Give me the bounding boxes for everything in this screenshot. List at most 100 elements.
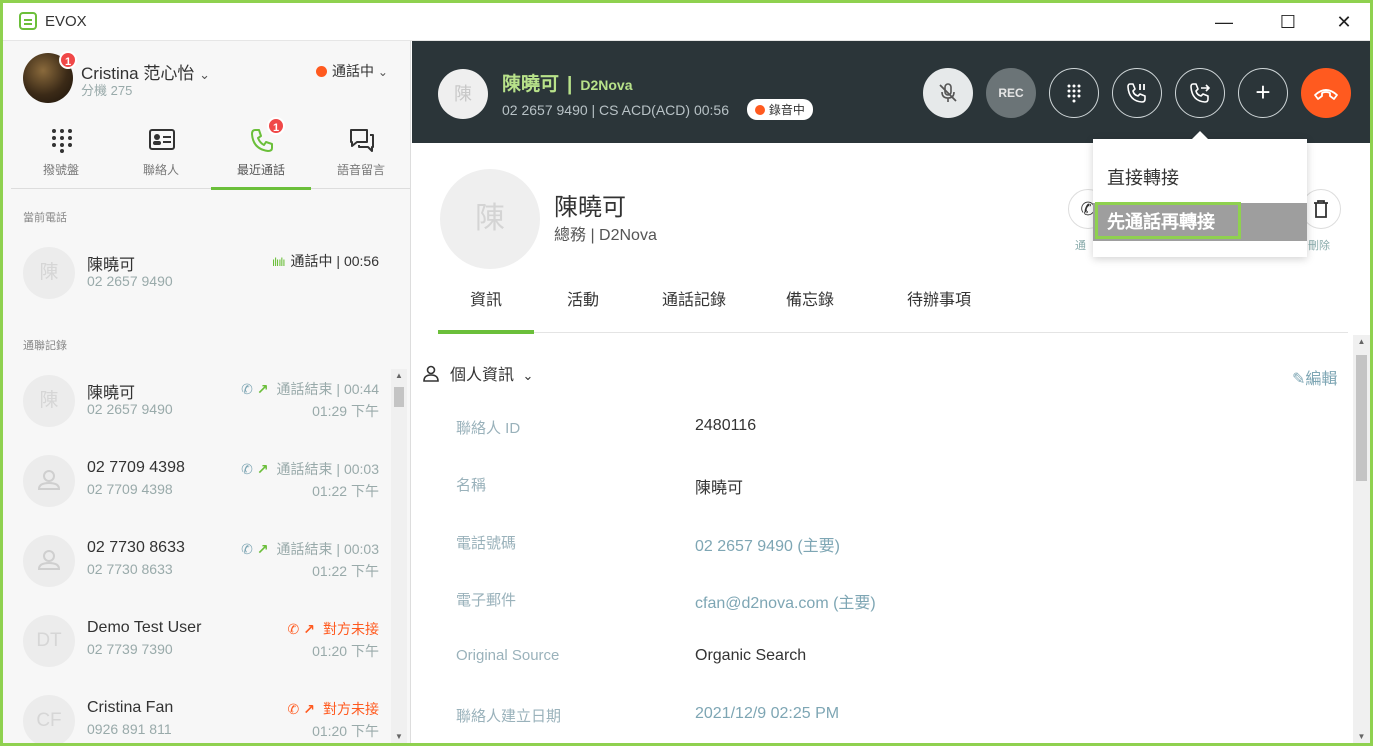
field-value-phone[interactable]: 02 2657 9490 (主要) (695, 532, 840, 556)
phone-pause-icon (1127, 83, 1146, 103)
transfer-button[interactable] (1175, 68, 1225, 118)
audio-wave-icon: ılıılı (271, 255, 286, 269)
contact-name: 02 7730 8633 (87, 539, 185, 556)
tab-voicemail-label: 語音留言 (336, 163, 385, 177)
contact-delete-button[interactable] (1301, 189, 1341, 229)
contact-name: 陳曉可 (87, 257, 136, 274)
contact-name: Demo Test User (87, 619, 202, 636)
contact-phone: 02 2657 9490 (87, 401, 173, 417)
keypad-button[interactable] (1049, 68, 1099, 118)
contact-name: 陳曉可 (554, 194, 626, 221)
list-item[interactable]: 02 7709 4398 02 7709 4398 ✆ ↗ 通話結束 | 00:03… (11, 441, 383, 521)
scrollbar-thumb[interactable] (394, 387, 404, 407)
scroll-down-icon[interactable]: ▼ (1353, 732, 1370, 741)
contact-phone: 02 7739 7390 (87, 641, 173, 657)
avatar: 陳 (23, 247, 75, 299)
tab-activity[interactable]: 活動 (548, 289, 618, 333)
tab-recent-calls[interactable]: 1 最近通話 (211, 117, 311, 190)
tab-voicemail[interactable]: 語音留言 (311, 121, 411, 189)
call-contact-heading: 陳曉可 | D2Nova (502, 69, 632, 96)
recording-dot-icon (754, 105, 765, 115)
call-status: ✆ ↗ 通話結束 | 00:03 (241, 459, 379, 479)
chevron-down-icon: ⌄ (199, 67, 210, 82)
trash-icon (1314, 200, 1328, 218)
status-dot-icon (316, 66, 327, 77)
add-call-button[interactable]: + (1238, 68, 1288, 118)
current-call-item[interactable]: 陳 陳曉可 02 2657 9490 ılıılı 通話中 | 00:56 (11, 233, 383, 313)
history-section-title: 通聯記錄 (23, 340, 67, 352)
call-status-text: 對方未接 (323, 701, 379, 717)
person-icon (423, 365, 439, 382)
personal-info-toggle[interactable]: 個人資訊 ⌄ (422, 361, 533, 385)
list-item[interactable]: DT Demo Test User 02 7739 7390 ✆ ↗ 對方未接 01… (11, 601, 383, 681)
list-item[interactable]: 02 7730 8633 02 7730 8633 ✆ ↗ 通話結束 | 00:03… (11, 521, 383, 601)
call-status: ✆ ↗ 通話結束 | 00:03 (241, 539, 379, 559)
scroll-up-icon[interactable]: ▲ (1353, 337, 1370, 346)
hold-button[interactable] (1112, 68, 1162, 118)
field-value-name: 陳曉可 (695, 480, 744, 497)
field-label-contact-id: 聯絡人 ID (456, 420, 521, 437)
call-status-text: 對方未接 (323, 621, 379, 637)
history-scrollbar[interactable]: ▲ ▼ (391, 369, 407, 743)
tab-todos[interactable]: 待辦事項 (884, 289, 994, 333)
call-time: 01:22 下午 (312, 563, 379, 579)
call-status: ✆ ↗ 通話結束 | 00:44 (241, 379, 379, 399)
main-nav-tabs: 撥號盤 聯絡人 1 最近通話 語音留言 (11, 117, 411, 190)
dialpad-icon (52, 129, 72, 153)
call-time: 01:20 下午 (312, 643, 379, 659)
call-time: 01:20 下午 (312, 723, 379, 739)
menu-item-direct-transfer[interactable]: 直接轉接 (1093, 159, 1307, 197)
scroll-down-icon[interactable]: ▼ (391, 732, 407, 741)
content-scrollbar[interactable]: ▲ ▼ (1353, 335, 1370, 743)
hang-up-button[interactable] (1301, 68, 1351, 118)
tab-call-log[interactable]: 通話記錄 (644, 289, 744, 333)
call-status-text: 通話結束 | 00:03 (276, 541, 379, 557)
avatar (23, 455, 75, 507)
call-status: ılıılı 通話中 | 00:56 (272, 251, 379, 271)
app-title: EVOX (45, 13, 87, 30)
phone-icon: ✆ (287, 701, 300, 717)
tab-info[interactable]: 資訊 (438, 289, 534, 334)
close-button[interactable]: ✕ (1321, 7, 1367, 37)
edit-button[interactable]: ✎編輯 (1292, 365, 1337, 389)
contact-name: 陳曉可 (87, 385, 136, 402)
list-item[interactable]: 陳 陳曉可 02 2657 9490 ✆ ↗ 通話結束 | 00:44 01:29 … (11, 361, 383, 441)
chevron-down-icon: ⌄ (377, 65, 388, 79)
minimize-button[interactable]: — (1201, 7, 1247, 37)
status-dropdown[interactable]: 通話中 ⌄ (316, 61, 388, 81)
chevron-down-icon: ⌄ (522, 368, 534, 383)
mic-off-icon (939, 83, 957, 102)
user-notification-badge: 1 (59, 51, 77, 69)
avatar: 陳 (23, 375, 75, 427)
scroll-up-icon[interactable]: ▲ (391, 371, 407, 380)
tab-notes[interactable]: 備忘錄 (772, 289, 848, 333)
contact-phone: 02 2657 9490 (87, 273, 173, 289)
person-icon (37, 550, 61, 570)
contact-name: Cristina Fan (87, 699, 174, 716)
record-button[interactable]: REC (986, 68, 1036, 118)
scrollbar-thumb[interactable] (1356, 355, 1367, 481)
dialpad-icon (1067, 84, 1081, 103)
phone-icon: ✆ (241, 541, 253, 557)
tab-dialpad[interactable]: 撥號盤 (11, 121, 111, 189)
list-item[interactable]: CF Cristina Fan 0926 891 811 ✆ ↗ 對方未接 01:2… (11, 681, 383, 743)
recent-calls-badge: 1 (267, 117, 285, 135)
call-details-text: 02 2657 9490 | CS ACD(ACD) 00:56 (502, 102, 729, 118)
sidebar: 1 Cristina 范心怡 ⌄ 分機 275 通話中 ⌄ 撥號盤 聯絡人 1 … (3, 41, 411, 743)
mute-button[interactable] (923, 68, 973, 118)
tab-contacts[interactable]: 聯絡人 (111, 121, 211, 189)
call-contact-company: D2Nova (580, 77, 633, 93)
field-label-phone: 電話號碼 (456, 535, 517, 552)
title-bar: EVOX — ☐ ✕ (3, 3, 1370, 41)
call-status: ✆ ↗ 對方未接 (288, 699, 379, 719)
call-time: 01:22 下午 (312, 483, 379, 499)
maximize-button[interactable]: ☐ (1265, 7, 1311, 37)
outgoing-arrow-icon: ↗ (256, 461, 269, 477)
contact-call-label: 通 (1075, 240, 1086, 252)
contact-name: 02 7709 4398 (87, 459, 185, 476)
person-icon (37, 470, 61, 490)
contact-phone: 02 7709 4398 (87, 481, 173, 497)
field-value-email[interactable]: cfan@d2nova.com (主要) (695, 589, 876, 613)
call-status: ✆ ↗ 對方未接 (288, 619, 379, 639)
field-label-created-date: 聯絡人建立日期 (456, 708, 562, 725)
